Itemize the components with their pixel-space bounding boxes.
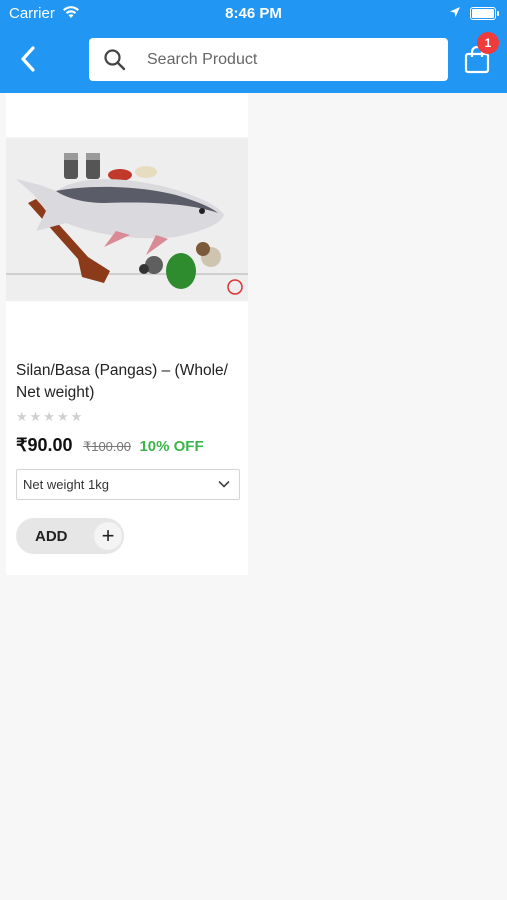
plus-icon: + bbox=[94, 522, 122, 550]
search-icon bbox=[104, 49, 126, 71]
product-image[interactable] bbox=[6, 139, 248, 301]
status-bar: Carrier 8:46 PM bbox=[0, 0, 507, 28]
rating-stars: ★★★★★ bbox=[16, 409, 85, 424]
cart-count-badge: 1 bbox=[477, 32, 499, 54]
location-arrow-icon bbox=[450, 7, 460, 17]
product-card[interactable]: Silan/Basa (Pangas) – (Whole/ Net weight… bbox=[6, 93, 248, 575]
discount-label: 10% OFF bbox=[139, 438, 204, 455]
search-input[interactable] bbox=[145, 46, 439, 74]
sale-price: ₹90.00 bbox=[16, 435, 73, 455]
search-bar[interactable] bbox=[89, 38, 448, 81]
app-header: Carrier 8:46 PM 1 bbox=[0, 0, 507, 93]
add-label: ADD bbox=[35, 528, 68, 545]
battery-icon bbox=[470, 7, 499, 20]
product-title[interactable]: Silan/Basa (Pangas) – (Whole/ Net weight… bbox=[16, 360, 238, 404]
chevron-down-icon bbox=[218, 481, 230, 488]
weight-select[interactable]: Net weight 1kg bbox=[16, 469, 240, 500]
weight-select-value: Net weight 1kg bbox=[23, 477, 109, 492]
back-chevron-icon[interactable] bbox=[14, 44, 44, 74]
original-price: ₹100.00 bbox=[82, 439, 131, 454]
clock: 8:46 PM bbox=[225, 5, 282, 22]
price-row: ₹90.00 ₹100.00 10% OFF bbox=[16, 435, 204, 456]
add-to-cart-button[interactable]: ADD + bbox=[16, 518, 124, 554]
